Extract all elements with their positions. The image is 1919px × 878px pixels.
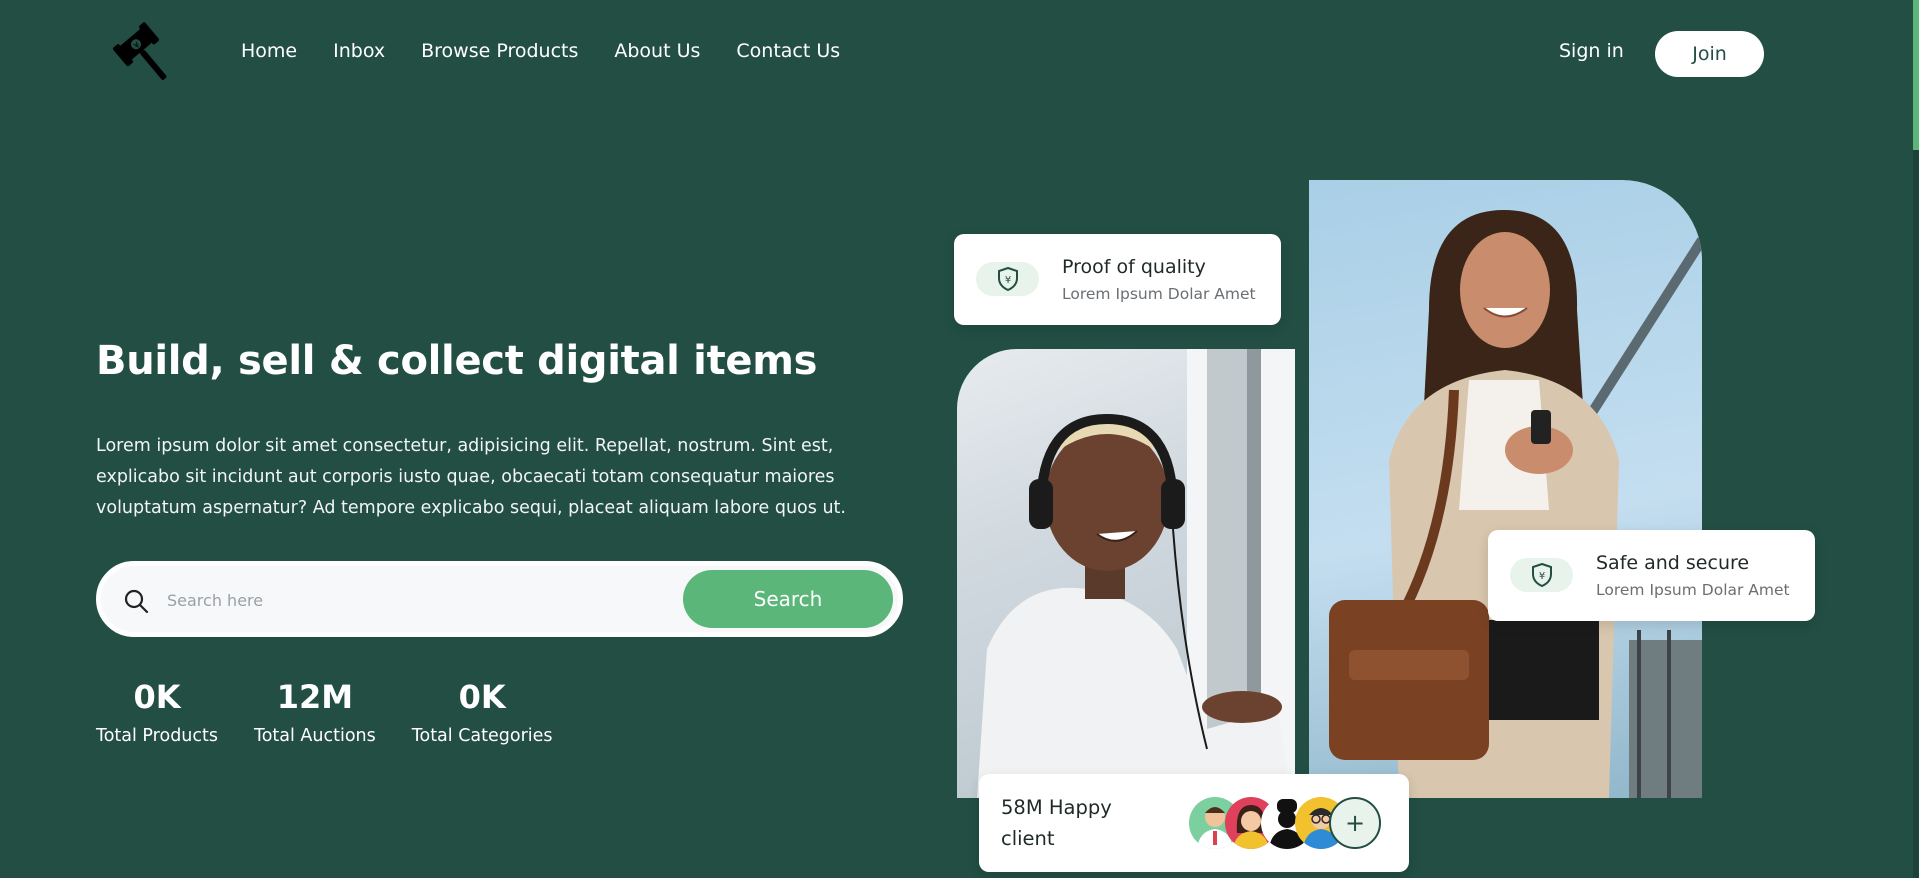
happy-clients-text: 58M Happy client xyxy=(1001,796,1112,850)
stats-row: 0K Total Products 12M Total Auctions 0K … xyxy=(96,676,589,746)
stat-total-auctions: 12M Total Auctions xyxy=(254,676,376,746)
add-client-plus-button[interactable]: + xyxy=(1329,797,1381,849)
main-nav: Home Inbox Browse Products About Us Cont… xyxy=(241,40,876,62)
happy-clients-card: 58M Happy client + xyxy=(979,774,1409,872)
safe-and-secure-card: ¥ Safe and secure Lorem Ipsum Dolar Amet xyxy=(1488,530,1815,621)
scrollbar-thumb[interactable] xyxy=(1913,0,1919,150)
hero-photo-woman-phone xyxy=(1309,180,1702,798)
stat-value: 12M xyxy=(276,678,354,716)
stat-total-products: 0K Total Products xyxy=(96,676,218,746)
gavel-logo-icon[interactable]: ¥ xyxy=(110,20,180,90)
nav-browse-products[interactable]: Browse Products xyxy=(421,40,578,62)
svg-text:¥: ¥ xyxy=(1004,275,1010,286)
stat-value: 0K xyxy=(458,678,506,716)
search-input[interactable] xyxy=(167,584,667,616)
stat-total-categories: 0K Total Categories xyxy=(412,676,553,746)
card-subtitle: Lorem Ipsum Dolar Amet xyxy=(1062,285,1256,303)
search-icon xyxy=(123,588,149,614)
nav-inbox[interactable]: Inbox xyxy=(333,40,385,62)
stat-label: Total Products xyxy=(96,726,218,746)
sign-in-link[interactable]: Sign in xyxy=(1559,40,1624,62)
stat-label: Total Auctions xyxy=(254,726,376,746)
hero-title: Build, sell & collect digital items xyxy=(96,338,818,384)
hero-photo-man-headphones xyxy=(957,349,1295,798)
shield-yen-icon: ¥ xyxy=(1510,558,1573,592)
svg-text:¥: ¥ xyxy=(1538,571,1544,582)
card-title: Proof of quality xyxy=(1062,256,1206,278)
stat-value: 0K xyxy=(133,678,181,716)
card-subtitle: Lorem Ipsum Dolar Amet xyxy=(1596,581,1790,599)
stat-label: Total Categories xyxy=(411,726,553,746)
nav-home[interactable]: Home xyxy=(241,40,297,62)
client-avatars: + xyxy=(1189,797,1389,849)
search-bar: Search xyxy=(96,561,903,637)
card-title: Safe and secure xyxy=(1596,552,1750,574)
shield-yen-icon: ¥ xyxy=(976,262,1039,296)
search-button[interactable]: Search xyxy=(683,570,893,628)
proof-of-quality-card: ¥ Proof of quality Lorem Ipsum Dolar Ame… xyxy=(954,234,1281,325)
hero-description: Lorem ipsum dolor sit amet consectetur, … xyxy=(96,436,846,518)
nav-contact-us[interactable]: Contact Us xyxy=(736,40,840,62)
nav-about-us[interactable]: About Us xyxy=(614,40,700,62)
join-button[interactable]: Join xyxy=(1655,31,1764,77)
